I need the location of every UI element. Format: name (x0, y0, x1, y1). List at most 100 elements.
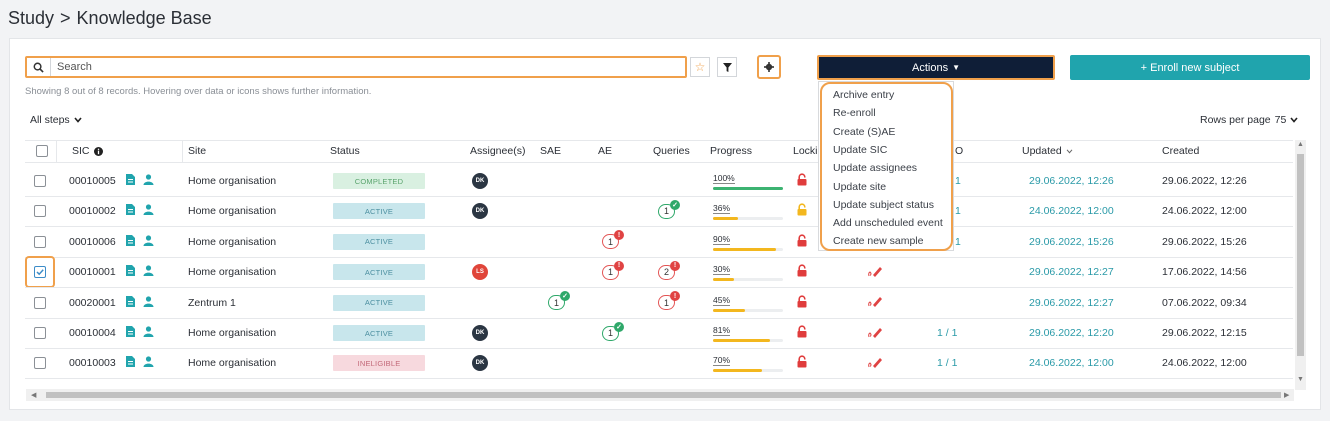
user-icon[interactable] (143, 356, 154, 370)
avatar[interactable]: DK (472, 203, 488, 220)
checkbox[interactable] (34, 327, 46, 339)
menu-item[interactable]: Update SIC (833, 144, 887, 156)
lock-icon[interactable] (797, 173, 807, 189)
column-header-o[interactable]: O (955, 140, 963, 162)
menu-item[interactable]: Create new sample (833, 235, 923, 247)
menu-item[interactable]: Update subject status (833, 199, 934, 211)
checkbox[interactable] (34, 205, 46, 218)
filter-button[interactable] (717, 57, 737, 77)
document-icon[interactable] (125, 234, 135, 249)
lock-icon[interactable] (797, 295, 807, 311)
column-header-assignees[interactable]: Assignee(s) (470, 140, 525, 162)
column-header-ae[interactable]: AE (598, 140, 612, 162)
user-icon[interactable] (143, 204, 154, 218)
horizontal-scrollbar[interactable]: ◀ ▶ (26, 389, 1294, 401)
menu-item[interactable]: Add unscheduled event (833, 217, 943, 229)
user-icon[interactable] (143, 326, 154, 340)
column-header-progress[interactable]: Progress (710, 140, 752, 162)
row-checkbox[interactable] (25, 227, 55, 257)
checkbox[interactable] (34, 235, 46, 248)
menu-item[interactable]: Archive entry (833, 89, 894, 101)
enroll-new-subject-button[interactable]: + Enroll new subject (1070, 55, 1310, 80)
document-icon[interactable] (125, 326, 135, 340)
lock-icon[interactable] (797, 355, 807, 371)
menu-item[interactable]: Update site (833, 181, 886, 193)
sic-value[interactable]: 00010001 (69, 266, 116, 278)
checkbox[interactable] (34, 266, 46, 279)
document-icon[interactable] (125, 265, 135, 279)
lock-icon[interactable] (797, 264, 807, 280)
table-row[interactable]: 00010003 Home organisation INELIGIBLE DK 70%… (25, 348, 1293, 378)
column-header-created[interactable]: Created (1162, 140, 1199, 162)
chevron-down-icon[interactable] (1290, 117, 1298, 123)
row-checkbox[interactable] (25, 196, 55, 226)
sic-value[interactable]: 00010003 (69, 357, 116, 369)
count-badge[interactable]: 1! (602, 230, 624, 250)
column-header-sic[interactable]: SIC (72, 140, 103, 162)
search-input[interactable] (57, 59, 657, 75)
signature-icon[interactable] (867, 295, 883, 310)
checkbox[interactable] (34, 296, 46, 309)
column-header-status[interactable]: Status (330, 140, 360, 162)
actions-dropdown-button[interactable]: Actions ▼ (817, 55, 1055, 80)
steps-filter-dropdown[interactable]: All steps (30, 114, 82, 126)
avatar[interactable]: DK (472, 325, 488, 341)
scrollbar-thumb[interactable] (46, 392, 1281, 398)
user-icon[interactable] (143, 235, 154, 249)
menu-item[interactable]: Update assignees (833, 162, 917, 174)
count-badge[interactable]: 1 ✓ (548, 291, 570, 311)
sic-value[interactable]: 00010005 (69, 175, 116, 187)
row-checkbox[interactable] (25, 256, 55, 289)
table-row[interactable]: 00010004 Home organisation ACTIVE DK 1 ✓ 81% 1 … (25, 318, 1293, 348)
rows-per-page-select[interactable]: 75 (1275, 114, 1287, 126)
count-badge[interactable]: 1! (602, 260, 624, 280)
select-all-checkbox[interactable] (36, 140, 48, 162)
signature-icon[interactable] (867, 265, 883, 280)
lock-icon[interactable] (797, 325, 807, 341)
count-badge[interactable]: 1 ✓ (658, 199, 680, 219)
user-icon[interactable] (143, 295, 154, 310)
table-row[interactable]: 00010001 Home organisation ACTIVE LS 1! 2! 30%… (25, 256, 1293, 289)
sic-value[interactable]: 00010006 (69, 236, 116, 248)
favorite-star-button[interactable]: ☆ (690, 57, 710, 77)
scroll-down-icon[interactable]: ▼ (1297, 376, 1304, 383)
menu-item[interactable]: Re-enroll (833, 107, 876, 119)
lock-icon[interactable] (797, 234, 807, 250)
breadcrumb-parent[interactable]: Study (8, 8, 54, 28)
scrollbar-thumb[interactable] (1297, 154, 1304, 356)
column-header-locking[interactable]: Locki (793, 140, 818, 162)
column-header-sae[interactable]: SAE (540, 140, 561, 162)
row-checkbox[interactable] (25, 166, 55, 196)
checkbox[interactable] (34, 175, 46, 187)
row-checkbox[interactable] (25, 348, 55, 378)
count-badge[interactable]: 1! (658, 291, 680, 311)
vertical-scrollbar[interactable]: ▲ ▼ (1295, 140, 1306, 390)
table-row[interactable]: 00010006 Home organisation ACTIVE 1! 90% 1 29.… (25, 227, 1293, 257)
settings-button[interactable] (757, 55, 781, 79)
user-icon[interactable] (143, 174, 154, 188)
document-icon[interactable] (125, 174, 135, 188)
count-badge[interactable]: 2! (658, 260, 680, 280)
sic-value[interactable]: 00010002 (69, 205, 116, 217)
avatar[interactable]: DK (472, 173, 488, 189)
column-header-site[interactable]: Site (188, 140, 206, 162)
user-icon[interactable] (143, 265, 154, 279)
document-icon[interactable] (125, 356, 135, 370)
sic-value[interactable]: 00020001 (69, 297, 116, 309)
column-header-updated[interactable]: Updated (1022, 140, 1073, 162)
table-row[interactable]: 00020001 Zentrum 1 ACTIVE 1 ✓ 1! 45% 29.06.2022… (25, 288, 1293, 318)
document-icon[interactable] (125, 204, 135, 218)
lock-icon[interactable] (797, 203, 807, 219)
menu-item[interactable]: Create (S)AE (833, 126, 895, 138)
scroll-right-icon[interactable]: ▶ (1284, 391, 1289, 399)
sic-value[interactable]: 00010004 (69, 327, 116, 339)
row-checkbox[interactable] (25, 288, 55, 318)
avatar[interactable]: LS (472, 264, 488, 281)
count-badge[interactable]: 1 ✓ (602, 321, 624, 341)
table-row[interactable]: 00010002 Home organisation ACTIVE DK 1 ✓ 36% 1 2… (25, 196, 1293, 226)
document-icon[interactable] (125, 295, 135, 310)
table-row[interactable]: 00010005 Home organisation COMPLETED DK 100%… (25, 166, 1293, 196)
column-header-queries[interactable]: Queries (653, 140, 690, 162)
signature-icon[interactable] (867, 356, 883, 371)
scroll-up-icon[interactable]: ▲ (1297, 141, 1304, 148)
